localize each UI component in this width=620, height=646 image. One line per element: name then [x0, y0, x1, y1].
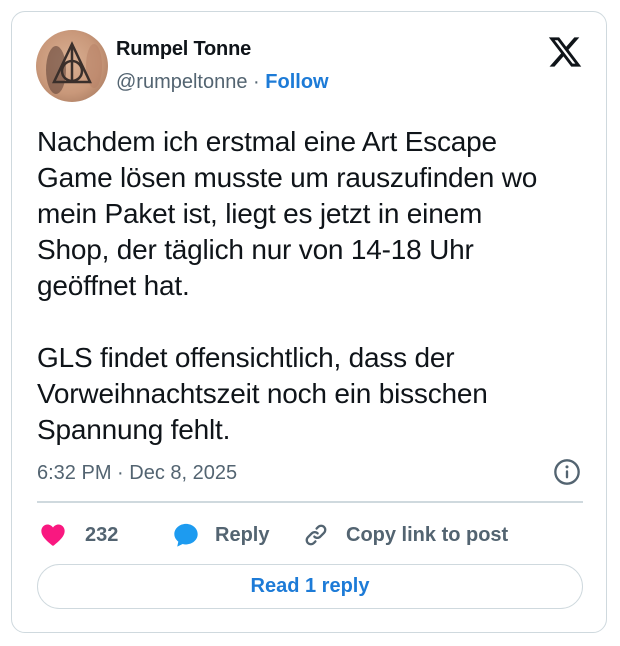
- deathly-hallows-tattoo-icon: [46, 41, 102, 94]
- author-handle[interactable]: @rumpeltonne: [116, 71, 247, 93]
- follow-button[interactable]: Follow: [265, 71, 328, 93]
- tweet-text: Nachdem ich erstmal eine Art Escape Game…: [37, 126, 538, 445]
- tweet-card: Rumpel Tonne @rumpeltonne · Follow Nachd…: [11, 11, 607, 633]
- read-replies-label: Read 1 reply: [250, 575, 370, 597]
- read-replies-button[interactable]: Read 1 reply: [37, 564, 583, 609]
- x-logo-icon[interactable]: [547, 34, 583, 70]
- author-name[interactable]: Rumpel Tonne: [116, 38, 251, 61]
- like-count: 232: [85, 523, 119, 546]
- copy-link-button[interactable]: Copy link to post: [302, 515, 508, 555]
- like-button[interactable]: 232: [39, 515, 118, 555]
- link-icon: [305, 524, 327, 546]
- info-icon[interactable]: [553, 458, 581, 486]
- divider: [37, 501, 583, 503]
- heart-icon: [41, 524, 65, 546]
- copy-link-label: Copy link to post: [346, 523, 509, 546]
- action-bar: 232 Reply Copy link to post: [37, 515, 583, 555]
- reply-label: Reply: [215, 523, 270, 546]
- handle-separator: ·: [253, 71, 260, 93]
- tweet-timestamp[interactable]: 6:32 PM · Dec 8, 2025: [37, 462, 237, 485]
- reply-button[interactable]: Reply: [172, 515, 269, 555]
- author-handle-row: @rumpeltonne · Follow: [116, 71, 329, 94]
- avatar[interactable]: [36, 30, 108, 102]
- reply-bubble-icon: [174, 523, 198, 547]
